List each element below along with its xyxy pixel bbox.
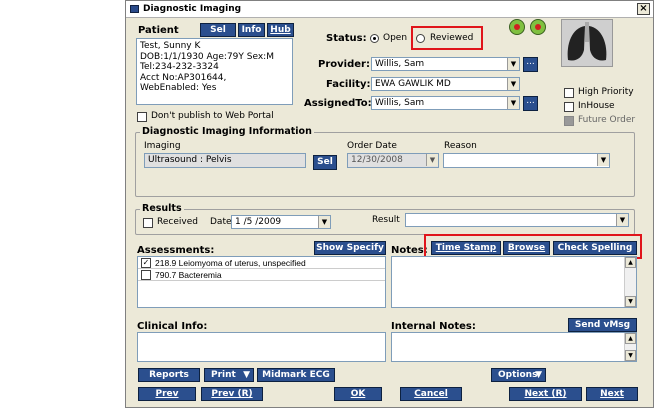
patient-hub-button[interactable]: Hub	[267, 23, 294, 37]
assigned-to-lookup-button[interactable]: ...	[523, 96, 538, 111]
show-specify-button[interactable]: Show Specify	[314, 241, 386, 255]
ok-button[interactable]: OK	[334, 387, 382, 401]
results-date-field[interactable]: 1 /5 /2009 ▼	[231, 215, 331, 229]
patient-acct: Acct No:AP301644,	[140, 72, 227, 83]
dont-publish-checkbox[interactable]	[137, 112, 147, 122]
next-button[interactable]: Next	[586, 387, 638, 401]
future-order-checkbox[interactable]	[564, 116, 574, 126]
scroll-up-icon[interactable]: ▲	[625, 333, 636, 344]
patient-sel-button[interactable]: Sel	[200, 23, 236, 37]
future-order-label: Future Order	[578, 115, 636, 125]
notes-label: Notes:	[391, 245, 428, 256]
inhouse-label: InHouse	[578, 101, 615, 111]
internal-notes-textarea[interactable]: ▲ ▼	[391, 332, 637, 362]
midmark-ecg-button[interactable]: Midmark ECG	[257, 368, 335, 382]
notes-textarea[interactable]: ▲ ▼	[391, 256, 637, 308]
options-button[interactable]: Options ▼	[491, 368, 546, 382]
received-label: Received	[157, 217, 198, 227]
reviewed-highlight-box	[411, 26, 483, 50]
imaging-label: Imaging	[144, 141, 181, 151]
assigned-to-select[interactable]: Willis, Sam ▼	[371, 96, 520, 110]
assessment-checkbox[interactable]: ✓	[141, 258, 151, 268]
results-title: Results	[140, 203, 184, 214]
assessment-text: 218.9 Leiomyoma of uterus, unspecified	[155, 258, 306, 268]
status-light-icon	[509, 19, 525, 35]
assessment-checkbox[interactable]	[141, 270, 151, 280]
facility-select[interactable]: EWA GAWLIK MD ▼	[371, 77, 520, 91]
imaging-sel-button[interactable]: Sel	[313, 155, 337, 170]
clinical-info-label: Clinical Info:	[137, 321, 208, 332]
patient-tel: Tel:234-232-3324	[140, 62, 219, 72]
patient-name: Test, Sunny K	[140, 41, 201, 51]
provider-lookup-button[interactable]: ...	[523, 57, 538, 72]
dropdown-arrow-icon: ▼	[243, 370, 250, 380]
assigned-to-label: AssignedTo:	[304, 98, 372, 109]
assessments-list: ✓ 218.9 Leiomyoma of uterus, unspecified…	[137, 256, 386, 308]
status-open-label: Open	[383, 33, 408, 43]
internal-notes-scrollbar[interactable]: ▲ ▼	[624, 333, 636, 361]
status-open-radio[interactable]	[370, 34, 379, 43]
close-button[interactable]: ×	[637, 3, 650, 15]
print-button[interactable]: Print ▼	[204, 368, 254, 382]
internal-notes-label: Internal Notes:	[391, 321, 476, 332]
scroll-up-icon[interactable]: ▲	[625, 257, 636, 268]
patient-heading: Patient	[138, 25, 179, 36]
inhouse-checkbox[interactable]	[564, 102, 574, 112]
imaging-field[interactable]: Ultrasound : Pelvis	[144, 153, 306, 168]
notes-scrollbar[interactable]: ▲ ▼	[624, 257, 636, 307]
list-item[interactable]: 790.7 Bacteremia	[138, 269, 385, 281]
scroll-down-icon[interactable]: ▼	[625, 296, 636, 307]
diagnostic-imaging-window: Diagnostic Imaging × Patient Sel Info Hu…	[125, 0, 654, 408]
received-checkbox[interactable]	[143, 218, 153, 228]
di-info-title: Diagnostic Imaging Information	[140, 126, 314, 137]
reports-button[interactable]: Reports	[138, 368, 200, 382]
title-bar: Diagnostic Imaging ×	[126, 1, 653, 18]
high-priority-label: High Priority	[578, 87, 634, 97]
status-light-icon-2	[530, 19, 546, 35]
patient-info-button[interactable]: Info	[238, 23, 265, 37]
provider-select[interactable]: Willis, Sam ▼	[371, 57, 520, 71]
result-label: Result	[372, 215, 400, 225]
cancel-button[interactable]: Cancel	[400, 387, 462, 401]
high-priority-checkbox[interactable]	[564, 88, 574, 98]
order-date-field[interactable]: 12/30/2008 ▼	[347, 153, 439, 168]
xray-image-icon	[561, 19, 613, 67]
status-label: Status:	[326, 33, 367, 44]
dropdown-arrow-icon: ▼	[535, 370, 542, 380]
clinical-info-textarea[interactable]	[137, 332, 386, 362]
reason-select[interactable]: ▼	[443, 153, 610, 168]
assessment-text: 790.7 Bacteremia	[155, 270, 222, 280]
order-date-label: Order Date	[347, 141, 397, 151]
facility-label: Facility:	[326, 79, 371, 90]
result-select[interactable]: ▼	[405, 213, 629, 227]
app-icon	[130, 5, 139, 13]
patient-details-box: Test, Sunny K DOB:1/1/1930 Age:79Y Sex:M…	[136, 38, 293, 105]
patient-webenabled: WebEnabled: Yes	[140, 83, 217, 93]
list-item[interactable]: ✓ 218.9 Leiomyoma of uterus, unspecified	[138, 257, 385, 269]
window-title: Diagnostic Imaging	[143, 4, 242, 14]
scroll-down-icon[interactable]: ▼	[625, 350, 636, 361]
next-reviewed-button[interactable]: Next (R)	[509, 387, 582, 401]
reason-label: Reason	[444, 141, 477, 151]
prev-button[interactable]: Prev	[138, 387, 196, 401]
assessments-label: Assessments:	[137, 245, 215, 256]
provider-label: Provider:	[318, 59, 370, 70]
patient-dob: DOB:1/1/1930 Age:79Y Sex:M	[140, 51, 274, 62]
send-vmsg-button[interactable]: Send vMsg	[568, 318, 637, 332]
prev-reviewed-button[interactable]: Prev (R)	[201, 387, 263, 401]
results-date-label: Date	[210, 217, 232, 227]
dont-publish-label: Don't publish to Web Portal	[151, 111, 274, 121]
